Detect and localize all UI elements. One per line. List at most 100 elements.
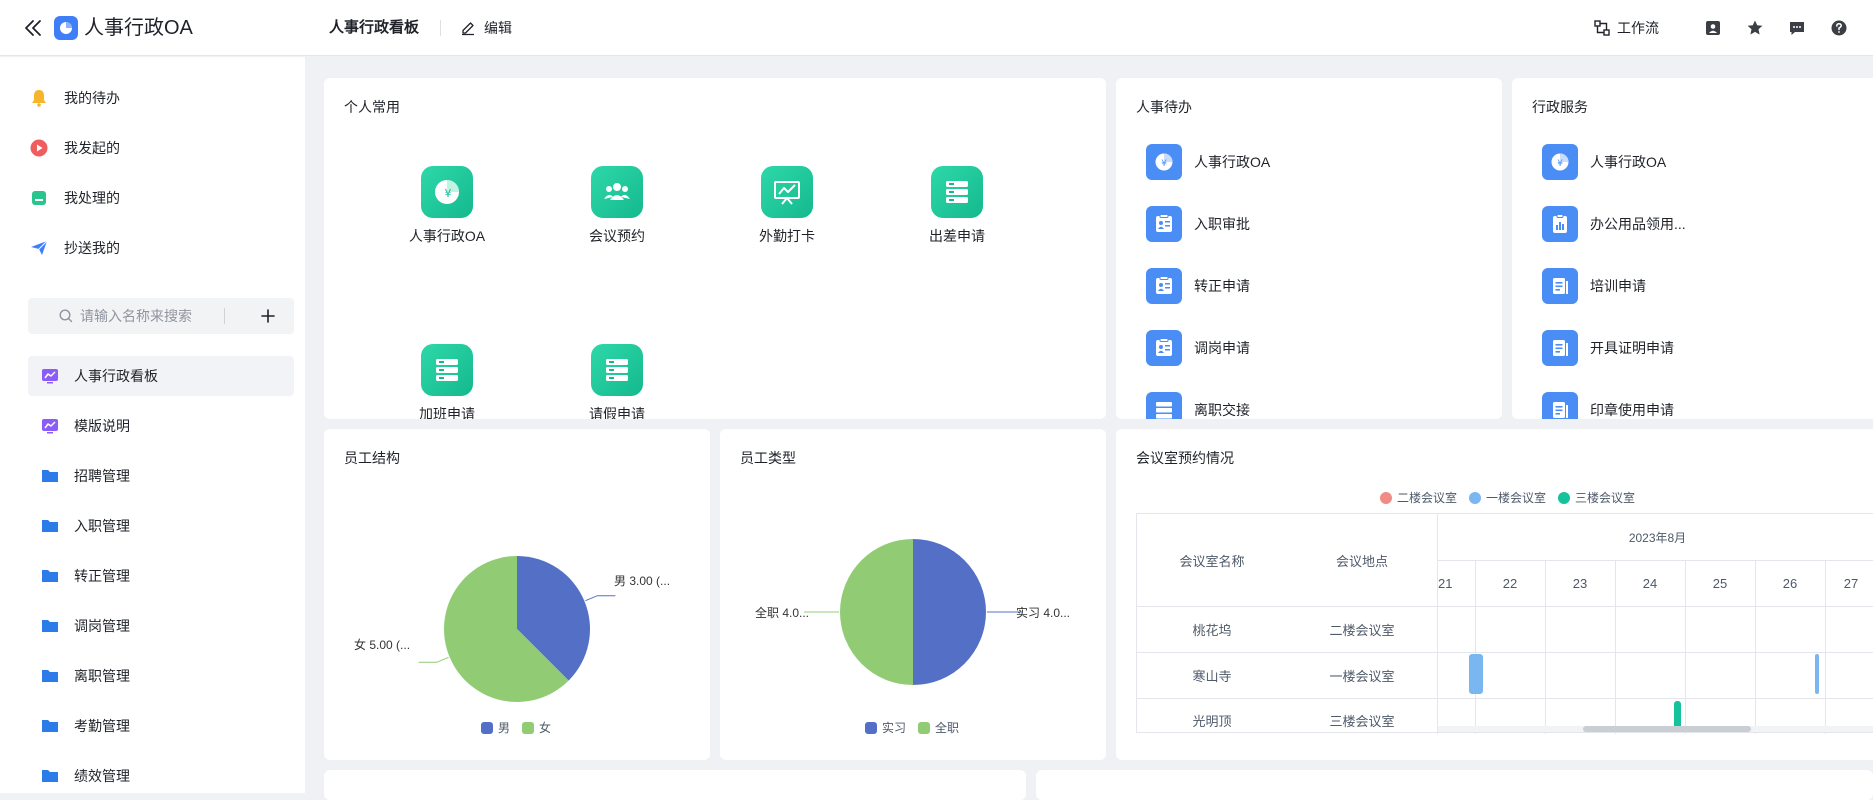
- nav-item-hr-dashboard[interactable]: 人事行政看板: [28, 356, 294, 396]
- legend-item-intern[interactable]: 实习: [865, 719, 906, 736]
- personal-apps-card: 个人常用 ¥ 人事行政OA 会议预约 外勤打卡 出差申请 加班申请 请假申请: [324, 78, 1106, 419]
- chevrons-left-icon[interactable]: [22, 17, 44, 39]
- grid-line: [1545, 560, 1546, 734]
- grid-line: [1615, 560, 1616, 734]
- app-tile-hr-oa[interactable]: ¥ 人事行政OA: [382, 166, 512, 256]
- pie-yen-icon: ¥: [1542, 144, 1578, 180]
- hr-todo-item[interactable]: 转正申请: [1146, 268, 1250, 304]
- star-icon[interactable]: [1745, 18, 1765, 38]
- pie-slice-实习[interactable]: [913, 539, 986, 685]
- slice-label-intern: 实习 4.0...: [1016, 605, 1070, 620]
- admin-service-item[interactable]: 印章使用申请: [1542, 392, 1674, 419]
- clipboard-chart-icon: [1542, 206, 1578, 242]
- employee-structure-card: 员工结构 男 3.00 (... 女 5.00 (... 男 女: [324, 429, 710, 760]
- day-header: 23: [1572, 575, 1588, 591]
- legend-item-floor3[interactable]: 三楼会议室: [1558, 489, 1635, 506]
- hr-todo-item[interactable]: 调岗申请: [1146, 330, 1250, 366]
- booking-bar[interactable]: [1469, 654, 1483, 694]
- folder-icon: [40, 616, 60, 636]
- workflow-button[interactable]: 工作流: [1593, 18, 1659, 38]
- room-location-cell: 二楼会议室: [1329, 623, 1395, 638]
- quick-item-my-todo[interactable]: 我的待办: [28, 78, 288, 118]
- employee-type-card: 员工类型 实习 4.0... 全职 4.0... 实习 全职: [720, 429, 1106, 760]
- presentation-icon: [761, 166, 813, 218]
- nav-item-attendance[interactable]: 考勤管理: [28, 706, 294, 746]
- h-scrollbar-thumb[interactable]: [1583, 726, 1751, 732]
- day-header: 25: [1712, 575, 1728, 591]
- nav-item-performance[interactable]: 绩效管理: [28, 756, 294, 796]
- legend-label: 女: [539, 721, 552, 735]
- quick-item-cc[interactable]: 抄送我的: [28, 228, 288, 268]
- card-title: 人事待办: [1136, 99, 1192, 115]
- nav-item-onboarding[interactable]: 入职管理: [28, 506, 294, 546]
- app-title: 人事行政OA: [84, 17, 193, 39]
- quick-item-initiated[interactable]: 我发起的: [28, 128, 288, 168]
- leader-line-female: [418, 656, 449, 663]
- hr-todo-item[interactable]: 离职交接: [1146, 392, 1250, 419]
- edit-button[interactable]: 编辑: [460, 18, 512, 38]
- admin-service-item[interactable]: ¥ 人事行政OA: [1542, 144, 1666, 180]
- grid-line: [1755, 560, 1756, 734]
- app-tile-meeting-booking[interactable]: 会议预约: [552, 166, 682, 256]
- list-item-label: 离职交接: [1194, 402, 1250, 418]
- list-item-label: 培训申请: [1590, 278, 1646, 294]
- legend-item-floor2[interactable]: 二楼会议室: [1380, 489, 1457, 506]
- col-header-location: 会议地点: [1335, 553, 1388, 569]
- leader-line-male: [585, 595, 616, 602]
- nav-item-resignation[interactable]: 离职管理: [28, 656, 294, 696]
- legend-label: 实习: [882, 721, 907, 735]
- grid-line: [1825, 560, 1826, 734]
- legend-item-fulltime[interactable]: 全职: [918, 719, 959, 736]
- quick-item-processed[interactable]: 我处理的: [28, 178, 288, 218]
- page-title: 人事行政看板: [329, 19, 420, 36]
- legend-swatch: [481, 721, 493, 734]
- chart-legend: 实习 全职: [865, 719, 971, 736]
- svg-text:¥: ¥: [1161, 159, 1167, 169]
- search-input[interactable]: [80, 308, 220, 324]
- bottom-card-left: [324, 770, 1026, 800]
- app-tile-field-checkin[interactable]: 外勤打卡: [722, 166, 852, 256]
- svg-text:¥: ¥: [445, 187, 452, 200]
- quick-item-label: 我处理的: [64, 190, 120, 206]
- server-icon: [421, 344, 473, 396]
- legend-dot: [1558, 491, 1571, 504]
- nav-item-transfer[interactable]: 调岗管理: [28, 606, 294, 646]
- dashboard-icon: [40, 416, 60, 436]
- divider: [440, 20, 441, 36]
- search-icon: [59, 309, 73, 323]
- nav-item-label: 模版说明: [74, 418, 130, 434]
- admin-service-item[interactable]: 办公用品领用...: [1542, 206, 1686, 242]
- admin-service-item[interactable]: 培训申请: [1542, 268, 1646, 304]
- nav-item-label: 调岗管理: [74, 618, 130, 634]
- help-icon[interactable]: [1829, 18, 1849, 38]
- nav-item-regularization[interactable]: 转正管理: [28, 556, 294, 596]
- contact-icon[interactable]: [1703, 18, 1723, 38]
- nav-item-template-guide[interactable]: 模版说明: [28, 406, 294, 446]
- legend-swatch: [865, 721, 877, 734]
- bell-icon: [28, 87, 50, 109]
- chat-icon[interactable]: [1787, 18, 1807, 38]
- pie-slice-全职[interactable]: [840, 539, 913, 685]
- app-tile-business-trip[interactable]: 出差申请: [892, 166, 1022, 256]
- legend-item-male[interactable]: 男: [481, 719, 510, 736]
- month-header: 2023年8月: [1628, 530, 1687, 545]
- legend-swatch: [522, 721, 535, 734]
- app-tile-label: 人事行政OA: [408, 228, 486, 244]
- dashboard-icon: [40, 366, 60, 386]
- legend-label: 三楼会议室: [1575, 491, 1636, 505]
- quick-item-label: 我发起的: [64, 140, 120, 156]
- app-tile-leave[interactable]: 请假申请: [552, 344, 682, 419]
- app-tile-overtime[interactable]: 加班申请: [382, 344, 512, 419]
- server-icon: [931, 166, 983, 218]
- legend-item-female[interactable]: 女: [522, 719, 551, 736]
- legend-item-floor1[interactable]: 一楼会议室: [1469, 489, 1546, 506]
- hr-todo-item[interactable]: ¥ 人事行政OA: [1146, 144, 1270, 180]
- day-header: 24: [1642, 575, 1658, 591]
- hr-todo-item[interactable]: 入职审批: [1146, 206, 1250, 242]
- booking-bar[interactable]: [1815, 654, 1819, 694]
- nav-item-label: 考勤管理: [74, 718, 130, 734]
- nav-item-recruitment[interactable]: 招聘管理: [28, 456, 294, 496]
- document-icon: [1542, 392, 1578, 419]
- admin-service-item[interactable]: 开具证明申请: [1542, 330, 1674, 366]
- add-icon[interactable]: [258, 306, 278, 326]
